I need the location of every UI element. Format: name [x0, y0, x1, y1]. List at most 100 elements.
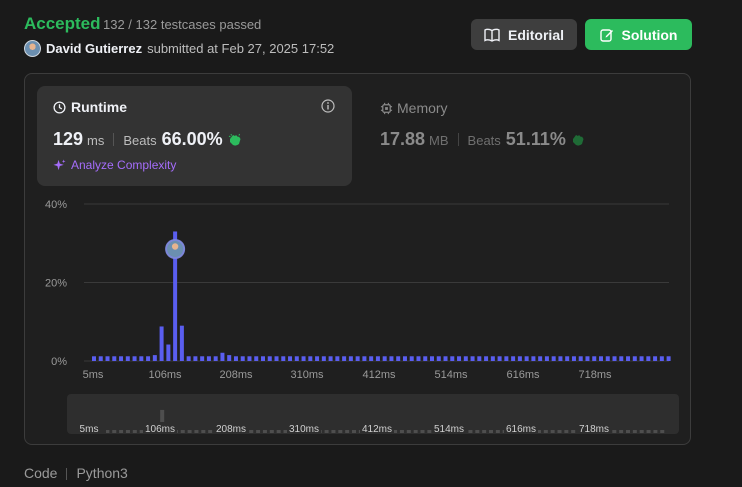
bar[interactable]: [659, 356, 664, 361]
bar[interactable]: [470, 356, 475, 361]
bar[interactable]: [119, 356, 124, 361]
bar[interactable]: [294, 356, 299, 361]
bar[interactable]: [605, 356, 610, 361]
bar[interactable]: [139, 356, 144, 361]
bar[interactable]: [646, 356, 651, 361]
bar[interactable]: [443, 356, 448, 361]
bar[interactable]: [233, 356, 238, 361]
bar[interactable]: [578, 356, 583, 361]
bar[interactable]: [666, 356, 671, 361]
bar[interactable]: [321, 356, 326, 361]
bar[interactable]: [166, 344, 171, 361]
bar[interactable]: [531, 356, 536, 361]
x-axis-ticks: 5ms 106ms 208ms 310ms 412ms 514ms 616ms 718ms: [83, 369, 612, 381]
bar[interactable]: [599, 356, 603, 361]
y-tick-label: 0%: [51, 356, 67, 368]
bar[interactable]: [206, 356, 211, 361]
y-axis-ticks: 40% 20% 0%: [45, 199, 67, 368]
bar[interactable]: [653, 356, 658, 361]
bar[interactable]: [152, 355, 157, 361]
bar[interactable]: [511, 356, 516, 361]
bar[interactable]: [247, 356, 252, 361]
bar[interactable]: [186, 356, 191, 361]
bar[interactable]: [254, 356, 259, 361]
bar[interactable]: [457, 356, 462, 361]
bar[interactable]: [112, 356, 117, 361]
bar[interactable]: [105, 356, 110, 361]
bar[interactable]: [436, 356, 441, 361]
bar[interactable]: [497, 356, 502, 361]
bar[interactable]: [375, 356, 380, 361]
bar[interactable]: [538, 356, 543, 361]
x-tick-label: 718ms: [578, 369, 612, 381]
bar[interactable]: [484, 356, 489, 361]
bar[interactable]: [626, 356, 631, 361]
bar[interactable]: [227, 355, 232, 361]
bar[interactable]: [240, 356, 245, 361]
bar[interactable]: [504, 356, 509, 361]
bar[interactable]: [450, 356, 455, 361]
x-tick-label: 616ms: [506, 369, 540, 381]
bar[interactable]: [585, 356, 590, 361]
bar[interactable]: [558, 356, 563, 361]
bar[interactable]: [355, 356, 360, 361]
bar[interactable]: [267, 356, 272, 361]
bar[interactable]: [362, 356, 367, 361]
bar[interactable]: [193, 356, 198, 361]
bar[interactable]: [490, 356, 495, 361]
bar[interactable]: [571, 356, 576, 361]
bar[interactable]: [612, 356, 617, 361]
bar[interactable]: [281, 356, 286, 361]
bar[interactable]: [416, 356, 421, 361]
x-tick-label: 412ms: [362, 369, 396, 381]
bar[interactable]: [200, 356, 205, 361]
x-tick-label: 310ms: [290, 369, 324, 381]
bar[interactable]: [565, 356, 570, 361]
bar[interactable]: [396, 356, 401, 361]
bar[interactable]: [639, 356, 644, 361]
bar[interactable]: [335, 356, 340, 361]
code-label: Code: [24, 465, 58, 481]
bar[interactable]: [551, 356, 556, 361]
code-language: Python3: [76, 465, 128, 481]
bar[interactable]: [544, 356, 549, 361]
bar[interactable]: [328, 356, 333, 361]
marker-avatar-face: [171, 243, 179, 250]
bar[interactable]: [220, 352, 225, 361]
bar[interactable]: [632, 356, 637, 361]
bar[interactable]: [389, 356, 394, 361]
bar[interactable]: [382, 356, 387, 361]
bar[interactable]: [92, 356, 96, 361]
bar[interactable]: [619, 356, 624, 361]
bar[interactable]: [301, 356, 306, 361]
code-header: Code Python3: [24, 465, 128, 481]
bar[interactable]: [517, 356, 522, 361]
bar[interactable]: [477, 356, 482, 361]
bar[interactable]: [524, 356, 529, 361]
bar[interactable]: [179, 325, 184, 361]
bar[interactable]: [132, 356, 137, 361]
your-submission-marker: [165, 239, 186, 259]
bar[interactable]: [288, 356, 293, 361]
bar[interactable]: [423, 356, 428, 361]
bar[interactable]: [463, 356, 468, 361]
bar[interactable]: [125, 356, 130, 361]
bar[interactable]: [308, 356, 313, 361]
bar[interactable]: [409, 356, 414, 361]
bar[interactable]: [592, 356, 597, 361]
bar[interactable]: [98, 356, 103, 361]
bar[interactable]: [274, 356, 279, 361]
bar[interactable]: [369, 356, 374, 361]
bar[interactable]: [213, 356, 218, 361]
y-tick-label: 40%: [45, 199, 67, 211]
bar[interactable]: [146, 356, 151, 361]
bar[interactable]: [348, 356, 353, 361]
x-tick-label: 208ms: [219, 369, 253, 381]
range-selector[interactable]: [67, 394, 679, 434]
bar[interactable]: [261, 356, 265, 361]
bar[interactable]: [402, 356, 407, 361]
bar[interactable]: [342, 356, 347, 361]
bar[interactable]: [430, 356, 434, 361]
bar[interactable]: [315, 356, 320, 361]
bar[interactable]: [159, 326, 164, 361]
